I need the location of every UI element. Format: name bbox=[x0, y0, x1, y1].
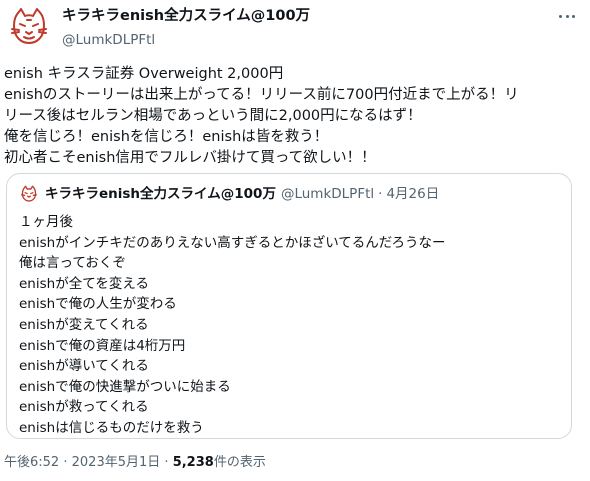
cat-face-avatar-icon bbox=[11, 8, 47, 44]
quoted-text-line: enishがインチキだのありえない高すぎるとかほざいてるんだろうなー bbox=[19, 234, 446, 251]
quoted-author-handle: @LumkDLPFtl bbox=[280, 186, 375, 202]
quoted-author-display-name: キラキラenish全力スライム@100万 bbox=[45, 186, 276, 202]
quoted-tweet-card[interactable]: キラキラenish全力スライム@100万 @LumkDLPFtl · 4月26日… bbox=[6, 173, 572, 439]
author-block: キラキラenish全力スライム@100万 @LumkDLPFtl bbox=[62, 6, 310, 50]
tweet: キラキラenish全力スライム@100万 @LumkDLPFtl enish キ… bbox=[0, 0, 590, 481]
tweet-meta: 午後6:52 · 2023年5月1日 · 5,238件の表示 bbox=[4, 454, 266, 472]
quoted-text-line: enishが全てを変える bbox=[19, 275, 150, 292]
tweet-text-line: 初心者こそenish信用でフルレバ掛けて買って欲しい！！ bbox=[4, 150, 376, 166]
quoted-text-line: 俺は言っておくぞ bbox=[19, 255, 126, 272]
tweet-text-line: リース後はセルラン相場であっという間に2,000円になるはず！ bbox=[4, 108, 422, 124]
quoted-text-line: enishで俺の人生が変わる bbox=[19, 296, 177, 313]
more-dot bbox=[565, 14, 569, 18]
tweet-text-line: enishのストーリーは出来上がってる！リリース前に700円付近まで上がる！リ bbox=[4, 87, 519, 103]
meta-separator: · bbox=[63, 455, 68, 470]
quoted-tweet-header: キラキラenish全力スライム@100万 @LumkDLPFtl · 4月26日 bbox=[19, 184, 439, 204]
quoted-separator: · bbox=[378, 186, 383, 202]
more-dots-icon bbox=[559, 14, 563, 18]
tweet-body: enish キラスラ証券 Overweight 2,000円 enishのストー… bbox=[4, 64, 584, 169]
quoted-text-line: enishが導いてくれる bbox=[19, 358, 149, 375]
tweet-time[interactable]: 午後6:52 bbox=[4, 455, 59, 470]
quoted-text-line: enishで俺の資産は4桁万円 bbox=[19, 337, 186, 354]
quoted-tweet-body: １ヶ月後 enishがインチキだのありえない高すぎるとかほざいてるんだろうなー … bbox=[19, 212, 446, 439]
author-display-name[interactable]: キラキラenish全力スライム@100万 bbox=[62, 6, 310, 26]
quoted-text-line: １ヶ月後 bbox=[19, 214, 73, 230]
tweet-text-line: 俺を信じろ！enishを信じろ！enishは皆を救う！ bbox=[4, 129, 329, 145]
quoted-author-avatar[interactable] bbox=[19, 184, 39, 204]
cat-face-avatar-icon bbox=[20, 185, 38, 202]
quoted-text-line: enishが変えてくれる bbox=[19, 316, 149, 333]
quoted-text-line: enishで俺の快進撃がついに始まる bbox=[19, 378, 231, 395]
quoted-text-line: enishが救ってくれる bbox=[19, 399, 149, 416]
more-dot bbox=[571, 14, 575, 18]
more-options-button[interactable] bbox=[552, 4, 582, 28]
views-count[interactable]: 5,238 bbox=[173, 455, 214, 470]
quoted-date[interactable]: 4月26日 bbox=[386, 184, 439, 204]
quoted-text-line: enishは信じるものだけを救う bbox=[19, 419, 204, 436]
views-label: 件の表示 bbox=[213, 455, 266, 470]
author-avatar[interactable] bbox=[6, 4, 52, 50]
tweet-date[interactable]: 2023年5月1日 bbox=[72, 455, 161, 470]
meta-separator: · bbox=[164, 455, 169, 470]
author-handle[interactable]: @LumkDLPFtl bbox=[62, 30, 310, 50]
tweet-text-line: enish キラスラ証券 Overweight 2,000円 bbox=[4, 66, 284, 82]
